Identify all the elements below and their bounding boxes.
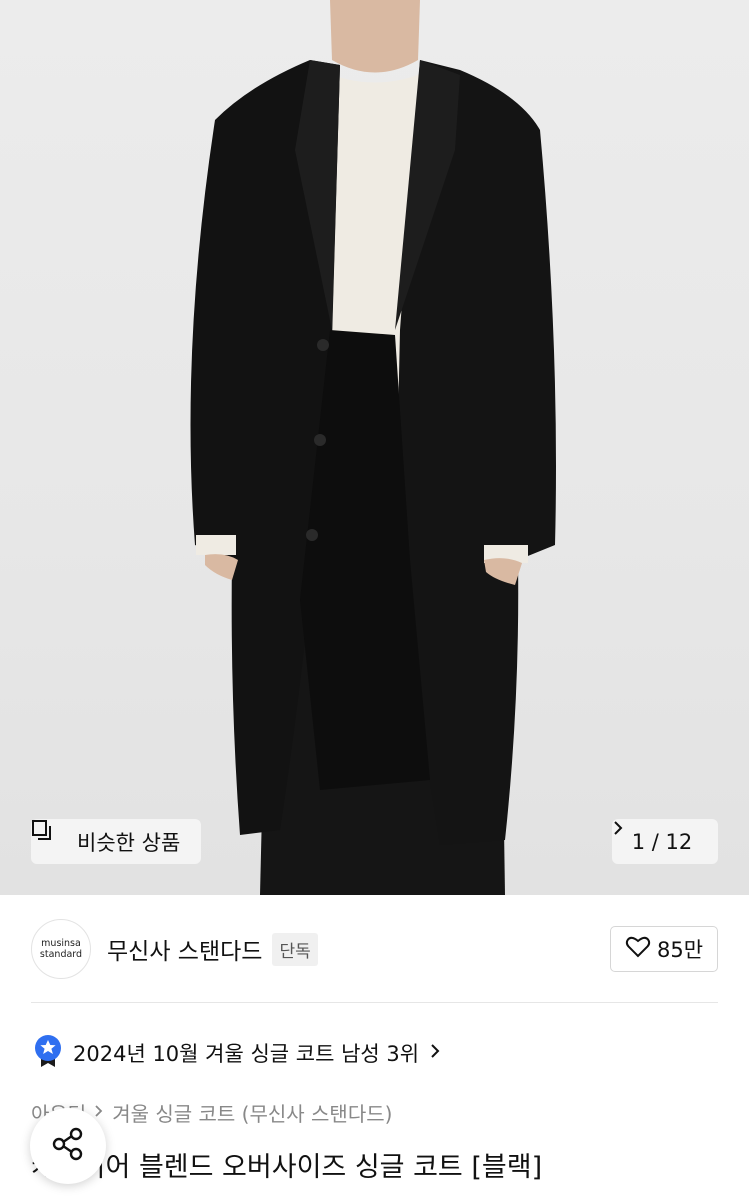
image-counter-button[interactable]: 1 / 12 [612,819,718,864]
product-photo-illustration [190,0,556,895]
like-count: 85만 [656,938,704,962]
brand-logo-line1: musinsa [41,938,81,949]
breadcrumb-item-category[interactable]: 겨울 싱글 코트 (무신사 스탠다드) [112,1098,392,1127]
ranking-badge-icon [33,1034,63,1073]
like-button[interactable]: 85만 [610,926,718,972]
brand-name-link[interactable]: 무신사 스탠다드 [107,932,262,966]
chevron-right-icon [429,1041,441,1065]
section-divider [31,1002,718,1003]
image-counter-text: 1 / 12 [631,829,693,854]
exclusive-badge: 단독 [272,932,318,966]
heart-icon [625,935,651,964]
ranking-link[interactable]: 2024년 10월 겨울 싱글 코트 남성 3위 [33,1034,441,1073]
share-button[interactable] [30,1108,106,1184]
brand-row: musinsa standard 무신사 스탠다드 단독 85만 [31,918,718,980]
brand-logo-line2: standard [39,949,83,960]
similar-products-label: 비슷한 상품 [77,830,181,855]
brand-logo[interactable]: musinsa standard [31,919,91,979]
product-title: 캐시미어 블렌드 오버사이즈 싱글 코트 [블랙] [31,1152,543,1183]
product-image[interactable]: 비슷한 상품 1 / 12 [0,0,749,895]
ranking-text: 2024년 10월 겨울 싱글 코트 남성 3위 [73,1042,420,1066]
similar-products-button[interactable]: 비슷한 상품 [31,819,201,864]
similar-items-icon [32,820,69,853]
share-icon [50,1126,86,1166]
